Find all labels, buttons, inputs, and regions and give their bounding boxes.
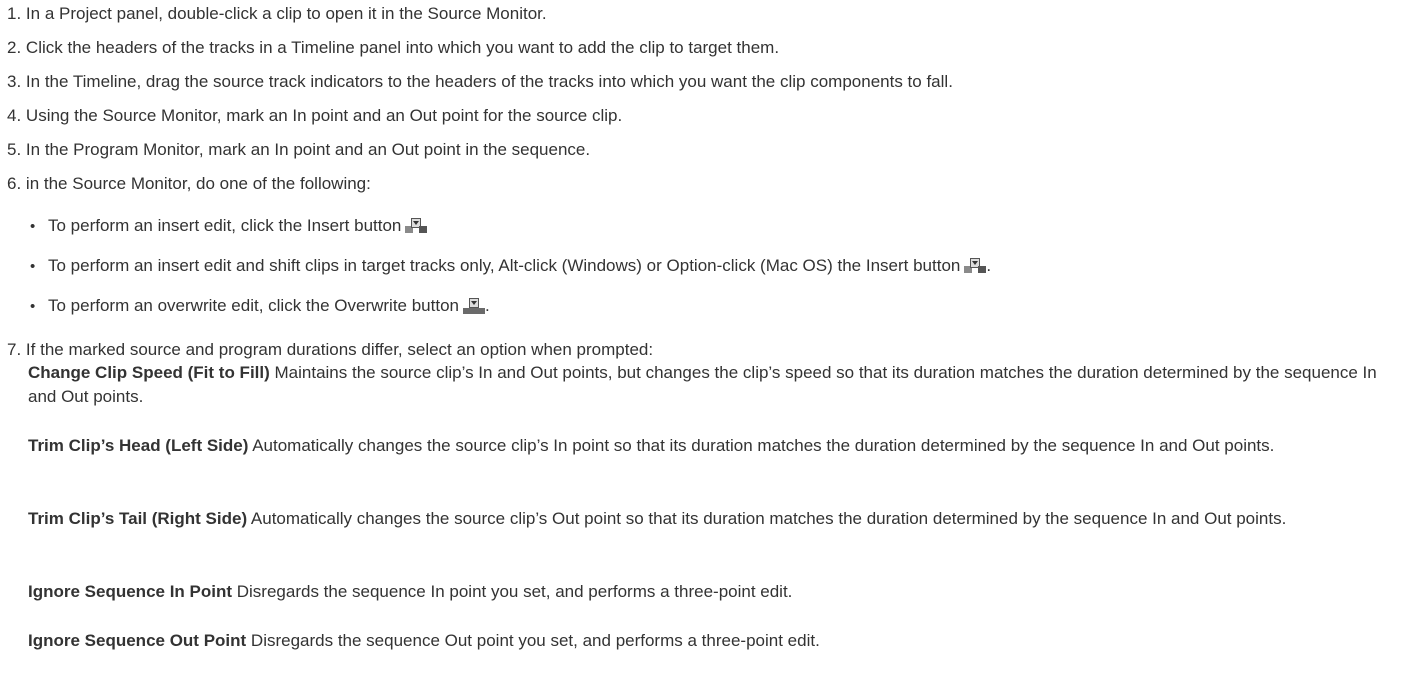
step-text: In the Timeline, drag the source track i… <box>25 72 953 91</box>
option-ignore-in-point: Ignore Sequence In Point Disregards the … <box>28 580 1398 604</box>
step-number: 6. <box>7 174 22 193</box>
list-item: • To perform an insert edit, click the In… <box>30 216 428 237</box>
step-2: 2. Click the headers of the tracks in a … <box>7 38 779 58</box>
option-term: Change Clip Speed (Fit to Fill) <box>28 363 270 382</box>
option-term: Trim Clip’s Head (Left Side) <box>28 436 249 455</box>
option-term: Ignore Sequence Out Point <box>28 631 247 650</box>
bullet-marker: • <box>30 218 36 235</box>
bullet-text: To perform an overwrite edit, click the … <box>48 296 459 315</box>
step-number: 4. <box>7 106 22 125</box>
step-6: 6. in the Source Monitor, do one of the … <box>7 174 371 194</box>
insert-icon <box>964 258 987 274</box>
step-number: 7. <box>7 340 22 359</box>
option-ignore-out-point: Ignore Sequence Out Point Disregards the… <box>28 629 1398 653</box>
list-item: • To perform an insert edit and shift cli… <box>30 256 991 277</box>
step-5: 5. In the Program Monitor, mark an In po… <box>7 140 590 160</box>
option-change-clip-speed: Change Clip Speed (Fit to Fill) Maintain… <box>28 361 1398 409</box>
option-trim-tail: Trim Clip’s Tail (Right Side) Automatica… <box>28 507 1398 531</box>
step-3: 3. In the Timeline, drag the source trac… <box>7 72 953 92</box>
step-text: If the marked source and program duratio… <box>25 340 654 359</box>
step-text: Click the headers of the tracks in a Tim… <box>25 38 780 57</box>
bullet-text: To perform an insert edit and shift clip… <box>48 256 961 275</box>
bullet-text: To perform an insert edit, click the Ins… <box>48 216 402 235</box>
step-text: in the Source Monitor, do one of the fol… <box>25 174 371 193</box>
option-description: Automatically changes the source clip’s … <box>247 509 1287 528</box>
step-number: 5. <box>7 140 22 159</box>
bullet-suffix: . <box>485 296 490 315</box>
step-7: 7. If the marked source and program dura… <box>7 340 653 360</box>
step-text: In the Program Monitor, mark an In point… <box>25 140 591 159</box>
overwrite-icon <box>463 298 485 314</box>
step-4: 4. Using the Source Monitor, mark an In … <box>7 106 622 126</box>
step-text: In a Project panel, double-click a clip … <box>25 4 547 23</box>
step-number: 3. <box>7 72 22 91</box>
option-term: Ignore Sequence In Point <box>28 582 233 601</box>
bullet-marker: • <box>30 258 36 275</box>
bullet-marker: • <box>30 298 36 315</box>
option-description: Disregards the sequence In point you set… <box>232 582 793 601</box>
step-number: 2. <box>7 38 22 57</box>
option-description: Automatically changes the source clip’s … <box>248 436 1275 455</box>
bullet-suffix: . <box>986 256 992 275</box>
step-text: Using the Source Monitor, mark an In poi… <box>25 106 623 125</box>
step-number: 1. <box>7 4 22 23</box>
insert-icon <box>405 218 428 234</box>
step-1: 1. In a Project panel, double-click a cl… <box>7 4 547 24</box>
option-term: Trim Clip’s Tail (Right Side) <box>28 509 248 528</box>
list-item: • To perform an overwrite edit, click the… <box>30 296 490 317</box>
option-trim-head: Trim Clip’s Head (Left Side) Automatical… <box>28 434 1398 458</box>
option-description: Disregards the sequence Out point you se… <box>246 631 820 650</box>
